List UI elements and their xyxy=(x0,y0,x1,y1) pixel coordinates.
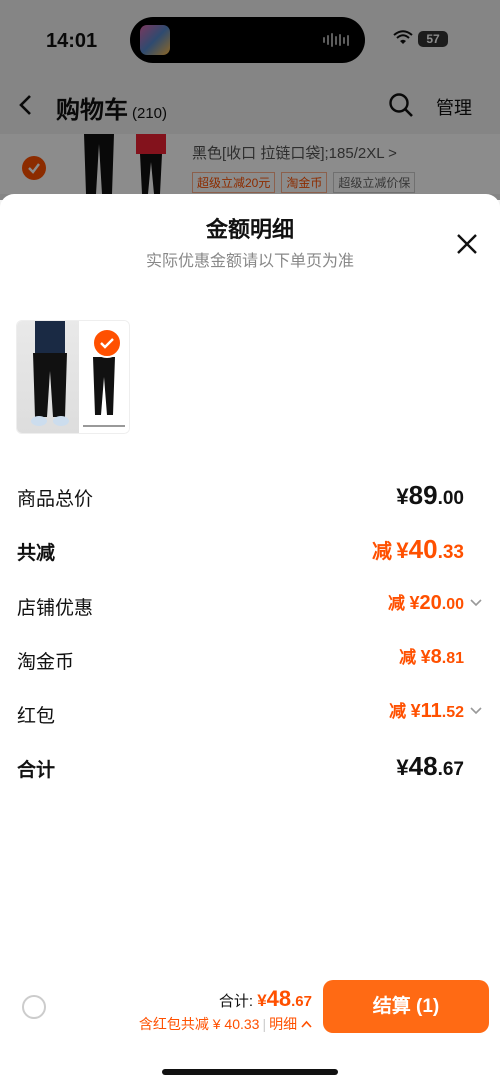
select-all-radio[interactable] xyxy=(22,995,46,1019)
sheet-title: 金额明细 xyxy=(205,217,294,242)
row-amount: ¥89.00 xyxy=(396,480,464,510)
total-amount: ¥48.67 xyxy=(257,986,312,1011)
row-red-packet[interactable]: 红包 减 ¥11.52 xyxy=(0,695,500,735)
detail-link[interactable]: 明细 xyxy=(269,1016,297,1032)
home-indicator xyxy=(162,1069,338,1075)
chevron-up-icon[interactable] xyxy=(301,1020,312,1029)
row-subtotal: 商品总价 ¥89.00 xyxy=(0,478,500,518)
row-label: 合计 xyxy=(17,760,56,781)
row-label: 红包 xyxy=(17,706,56,727)
row-amount: 减 ¥20.00 xyxy=(388,592,464,614)
row-grand-total: 合计 ¥48.67 xyxy=(0,749,500,789)
chevron-down-icon[interactable] xyxy=(469,704,483,718)
checkout-bar: 合计: ¥48.67 含红包共减 ¥ 40.33 | 明细 结算 (1) xyxy=(0,980,500,1087)
row-amount: 减 ¥40.33 xyxy=(371,534,464,564)
row-amount: ¥48.67 xyxy=(396,751,464,781)
selected-check-icon xyxy=(92,328,122,358)
row-label: 淘金币 xyxy=(17,652,75,673)
total-summary: 合计: ¥48.67 xyxy=(219,986,312,1012)
modal-overlay[interactable] xyxy=(0,0,500,200)
saved-text: 含红包共减 ¥ 40.33 xyxy=(138,1016,260,1032)
sheet-subtitle: 实际优惠金额请以下单页为准 xyxy=(145,253,354,270)
checkout-button[interactable]: 结算 (1) xyxy=(323,980,489,1033)
total-label: 合计: xyxy=(218,993,254,1010)
row-amount: 减 ¥8.81 xyxy=(399,646,464,668)
product-photo-model xyxy=(17,321,79,433)
row-total-discount: 共减 减 ¥40.33 xyxy=(0,532,500,572)
close-icon[interactable] xyxy=(455,232,479,256)
row-label: 店铺优惠 xyxy=(17,598,94,619)
row-shop-discount[interactable]: 店铺优惠 减 ¥20.00 xyxy=(0,587,500,627)
saved-summary[interactable]: 含红包共减 ¥ 40.33 | 明细 xyxy=(139,1014,312,1034)
chevron-down-icon[interactable] xyxy=(469,596,483,610)
row-label: 商品总价 xyxy=(17,489,94,510)
row-taojinbi: 淘金币 减 ¥8.81 xyxy=(0,641,500,681)
row-label: 共减 xyxy=(17,543,56,564)
row-amount: 减 ¥11.52 xyxy=(389,700,464,722)
price-detail-sheet: 金额明细 实际优惠金额请以下单页为准 商品总价 ¥89.00 共减 减 ¥40.… xyxy=(0,194,500,1087)
